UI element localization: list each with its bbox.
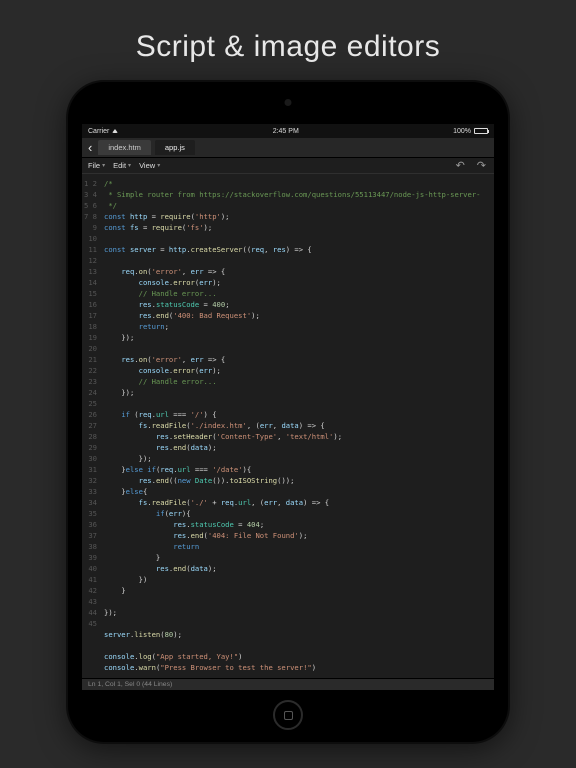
back-button[interactable]: ‹ (86, 141, 94, 154)
clock-label: 2:45 PM (273, 128, 299, 135)
screen: Carrier 2:45 PM 100% ‹ index.htm app.js … (82, 124, 494, 690)
code-area[interactable]: /* * Simple router from https://stackove… (100, 174, 494, 678)
page-headline: Script & image editors (0, 0, 576, 82)
menu-file[interactable]: File▾ (88, 161, 105, 170)
undo-button[interactable]: ↶ (454, 159, 467, 172)
menu-view[interactable]: View▾ (139, 161, 160, 170)
menu-edit[interactable]: Edit▾ (113, 161, 131, 170)
tab-app-js[interactable]: app.js (155, 140, 195, 155)
menu-bar: File▾ Edit▾ View▾ ↶ ↷ (82, 158, 494, 174)
home-icon (284, 711, 293, 720)
battery-icon (474, 128, 488, 134)
camera-dot (285, 99, 292, 106)
home-button[interactable] (273, 700, 303, 730)
device-frame: Carrier 2:45 PM 100% ‹ index.htm app.js … (68, 82, 508, 742)
editor-status: Ln 1, Col 1, Sel 0 (44 Lines) (82, 678, 494, 690)
code-editor[interactable]: 1 2 3 4 5 6 7 8 9 10 11 12 13 14 15 16 1… (82, 174, 494, 678)
status-bar: Carrier 2:45 PM 100% (82, 124, 494, 138)
tab-bar: ‹ index.htm app.js (82, 138, 494, 158)
line-gutter: 1 2 3 4 5 6 7 8 9 10 11 12 13 14 15 16 1… (82, 174, 100, 678)
wifi-icon (112, 129, 118, 133)
chevron-down-icon: ▾ (157, 162, 160, 169)
battery-label: 100% (453, 128, 471, 135)
chevron-down-icon: ▾ (102, 162, 105, 169)
chevron-down-icon: ▾ (128, 162, 131, 169)
carrier-label: Carrier (88, 128, 109, 135)
tab-index-htm[interactable]: index.htm (98, 140, 151, 155)
redo-button[interactable]: ↷ (475, 159, 488, 172)
